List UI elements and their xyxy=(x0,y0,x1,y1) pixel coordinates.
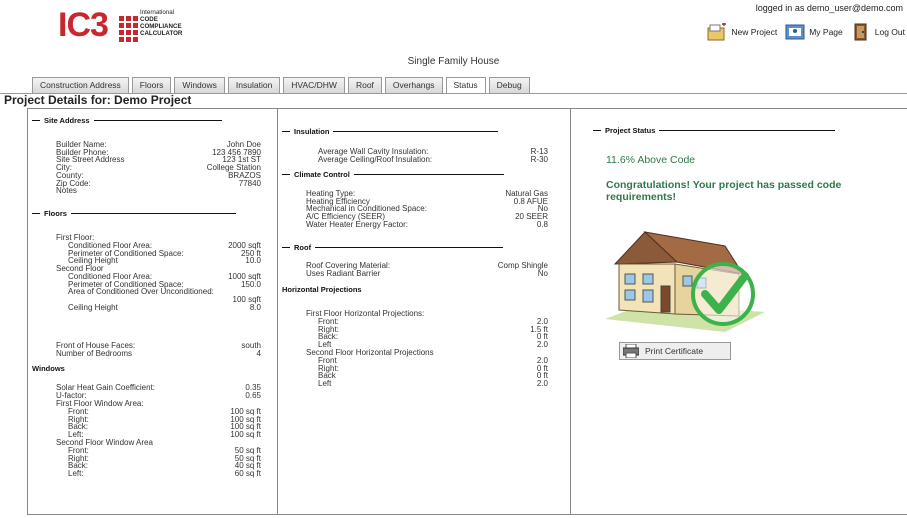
detail-row: Left: 60 sq ft xyxy=(68,469,261,478)
project-title: Project Details for: Demo Project xyxy=(4,93,192,107)
detail-value: 10.0 xyxy=(245,256,261,266)
section-rule xyxy=(659,130,836,131)
detail-value: 60 sq ft xyxy=(234,469,261,479)
section-dash xyxy=(32,213,40,214)
tab-roof[interactable]: Roof xyxy=(347,77,382,93)
detail-value: R-30 xyxy=(530,154,548,164)
section-project-status: Project Status xyxy=(593,126,836,135)
section-rule xyxy=(353,174,504,175)
detail-row: Notes xyxy=(56,186,261,195)
column-left: Site Address Builder Name: John Doe Builde… xyxy=(28,109,278,514)
section-rule xyxy=(315,247,504,248)
section-rule xyxy=(70,213,236,214)
section-title: Site Address xyxy=(44,116,90,125)
section-site-address: Site Address xyxy=(32,116,222,125)
section-title: Insulation xyxy=(294,127,330,136)
detail-row: Uses Radiant Barrier No xyxy=(306,269,548,278)
section-dash xyxy=(282,247,290,248)
tab-status[interactable]: Status xyxy=(445,77,486,93)
my-page-label: My Page xyxy=(809,27,843,37)
logo-line: COMPLIANCE xyxy=(140,23,182,30)
page-title: Single Family House xyxy=(407,56,500,67)
detail-row: Average Ceiling/Roof Insulation: R-30 xyxy=(318,155,548,164)
new-project-label: New Project xyxy=(731,27,778,37)
section-insulation: Insulation xyxy=(282,127,499,136)
section-dash xyxy=(32,120,40,121)
tab-insulation[interactable]: Insulation xyxy=(227,77,281,93)
page: IC3 International CODE COMPLIANCE CALCUL… xyxy=(0,0,907,518)
log-out-label: Log Out xyxy=(874,27,905,37)
logo-mark: IC3 xyxy=(58,6,109,44)
ic3-logo[interactable]: IC3 International CODE COMPLIANCE CALCUL… xyxy=(58,6,193,44)
column-middle: Insulation Average Wall Cavity Insulatio… xyxy=(278,109,571,514)
detail-value: No xyxy=(537,268,548,278)
detail-label: Average Ceiling/Roof Insulation: xyxy=(318,154,433,164)
above-code-result: 11.6% Above Code xyxy=(606,154,696,166)
status-message: Congratulations! Your project has passed… xyxy=(606,179,842,203)
header: IC3 International CODE COMPLIANCE CALCUL… xyxy=(0,0,907,52)
detail-label: Uses Radiant Barrier xyxy=(306,268,381,278)
logo-line: CALCULATOR xyxy=(140,30,183,37)
section-rule xyxy=(333,131,499,132)
log-out-icon xyxy=(851,23,871,41)
section-floors: Floors xyxy=(32,209,236,218)
detail-value: 100 sq ft xyxy=(230,430,261,440)
tab-construction-address[interactable]: Construction Address xyxy=(32,77,129,93)
section-title: Project Status xyxy=(605,126,656,135)
logo-line: International xyxy=(140,9,175,16)
my-page-icon xyxy=(785,23,805,41)
section-dash xyxy=(282,174,290,175)
tab-bar: Construction Address Floors Windows Insu… xyxy=(32,77,533,93)
windows-heading: Windows xyxy=(32,364,65,373)
detail-label: Water Heater Energy Factor: xyxy=(306,219,408,229)
new-project-icon xyxy=(707,22,727,41)
print-certificate-label: Print Certificate xyxy=(645,346,704,356)
tab-overhangs[interactable]: Overhangs xyxy=(384,77,443,93)
tab-windows[interactable]: Windows xyxy=(174,77,225,93)
detail-row: Left 2.0 xyxy=(318,379,548,388)
top-links: New Project My Page Log Out xyxy=(699,21,905,43)
print-certificate-button[interactable]: Print Certificate xyxy=(619,342,731,360)
detail-value: 0.8 xyxy=(536,219,548,229)
logo-line: CODE xyxy=(140,16,158,23)
column-right: Project Status 11.6% Above Code Congratu… xyxy=(571,109,907,514)
detail-value: 4 xyxy=(256,348,261,358)
section-dash xyxy=(593,130,601,131)
detail-label: Number of Bedrooms xyxy=(56,348,133,358)
tab-floors[interactable]: Floors xyxy=(131,77,172,93)
detail-value: 2.0 xyxy=(536,340,548,350)
detail-row: Number of Bedrooms 4 xyxy=(56,349,261,358)
detail-label: Left xyxy=(318,379,332,389)
detail-label: Notes xyxy=(56,186,77,196)
detail-row: Ceiling Height 8.0 xyxy=(68,303,261,312)
section-dash xyxy=(282,131,290,132)
new-project-link[interactable]: New Project xyxy=(707,22,778,41)
section-title: Climate Control xyxy=(294,170,350,179)
section-climate-control: Climate Control xyxy=(282,170,504,179)
logo-text: International CODE COMPLIANCE CALCULATOR xyxy=(140,9,200,37)
log-out-link[interactable]: Log Out xyxy=(851,23,905,41)
section-title: Roof xyxy=(294,243,312,252)
detail-value: 2.0 xyxy=(536,379,548,389)
detail-label: Ceiling Height xyxy=(68,302,118,312)
logged-in-status: logged in as demo_user@demo.com xyxy=(755,3,903,13)
tab-hvac-dhw[interactable]: HVAC/DHW xyxy=(283,77,345,93)
section-title: Floors xyxy=(44,209,67,218)
printer-icon xyxy=(622,343,640,359)
detail-value: 8.0 xyxy=(249,302,261,312)
projections-heading: Horizontal Projections xyxy=(282,285,362,294)
section-rule xyxy=(93,120,222,121)
details-panel: Site Address Builder Name: John Doe Builde… xyxy=(27,108,907,515)
detail-label: Left: xyxy=(68,469,84,479)
detail-row: Water Heater Energy Factor: 0.8 xyxy=(306,220,548,229)
my-page-link[interactable]: My Page xyxy=(785,23,843,41)
logo-grid-icon xyxy=(119,14,138,42)
detail-value: 0.65 xyxy=(245,390,261,400)
house-passed-illustration xyxy=(605,224,765,339)
section-roof: Roof xyxy=(282,243,504,252)
tab-debug[interactable]: Debug xyxy=(488,77,530,93)
